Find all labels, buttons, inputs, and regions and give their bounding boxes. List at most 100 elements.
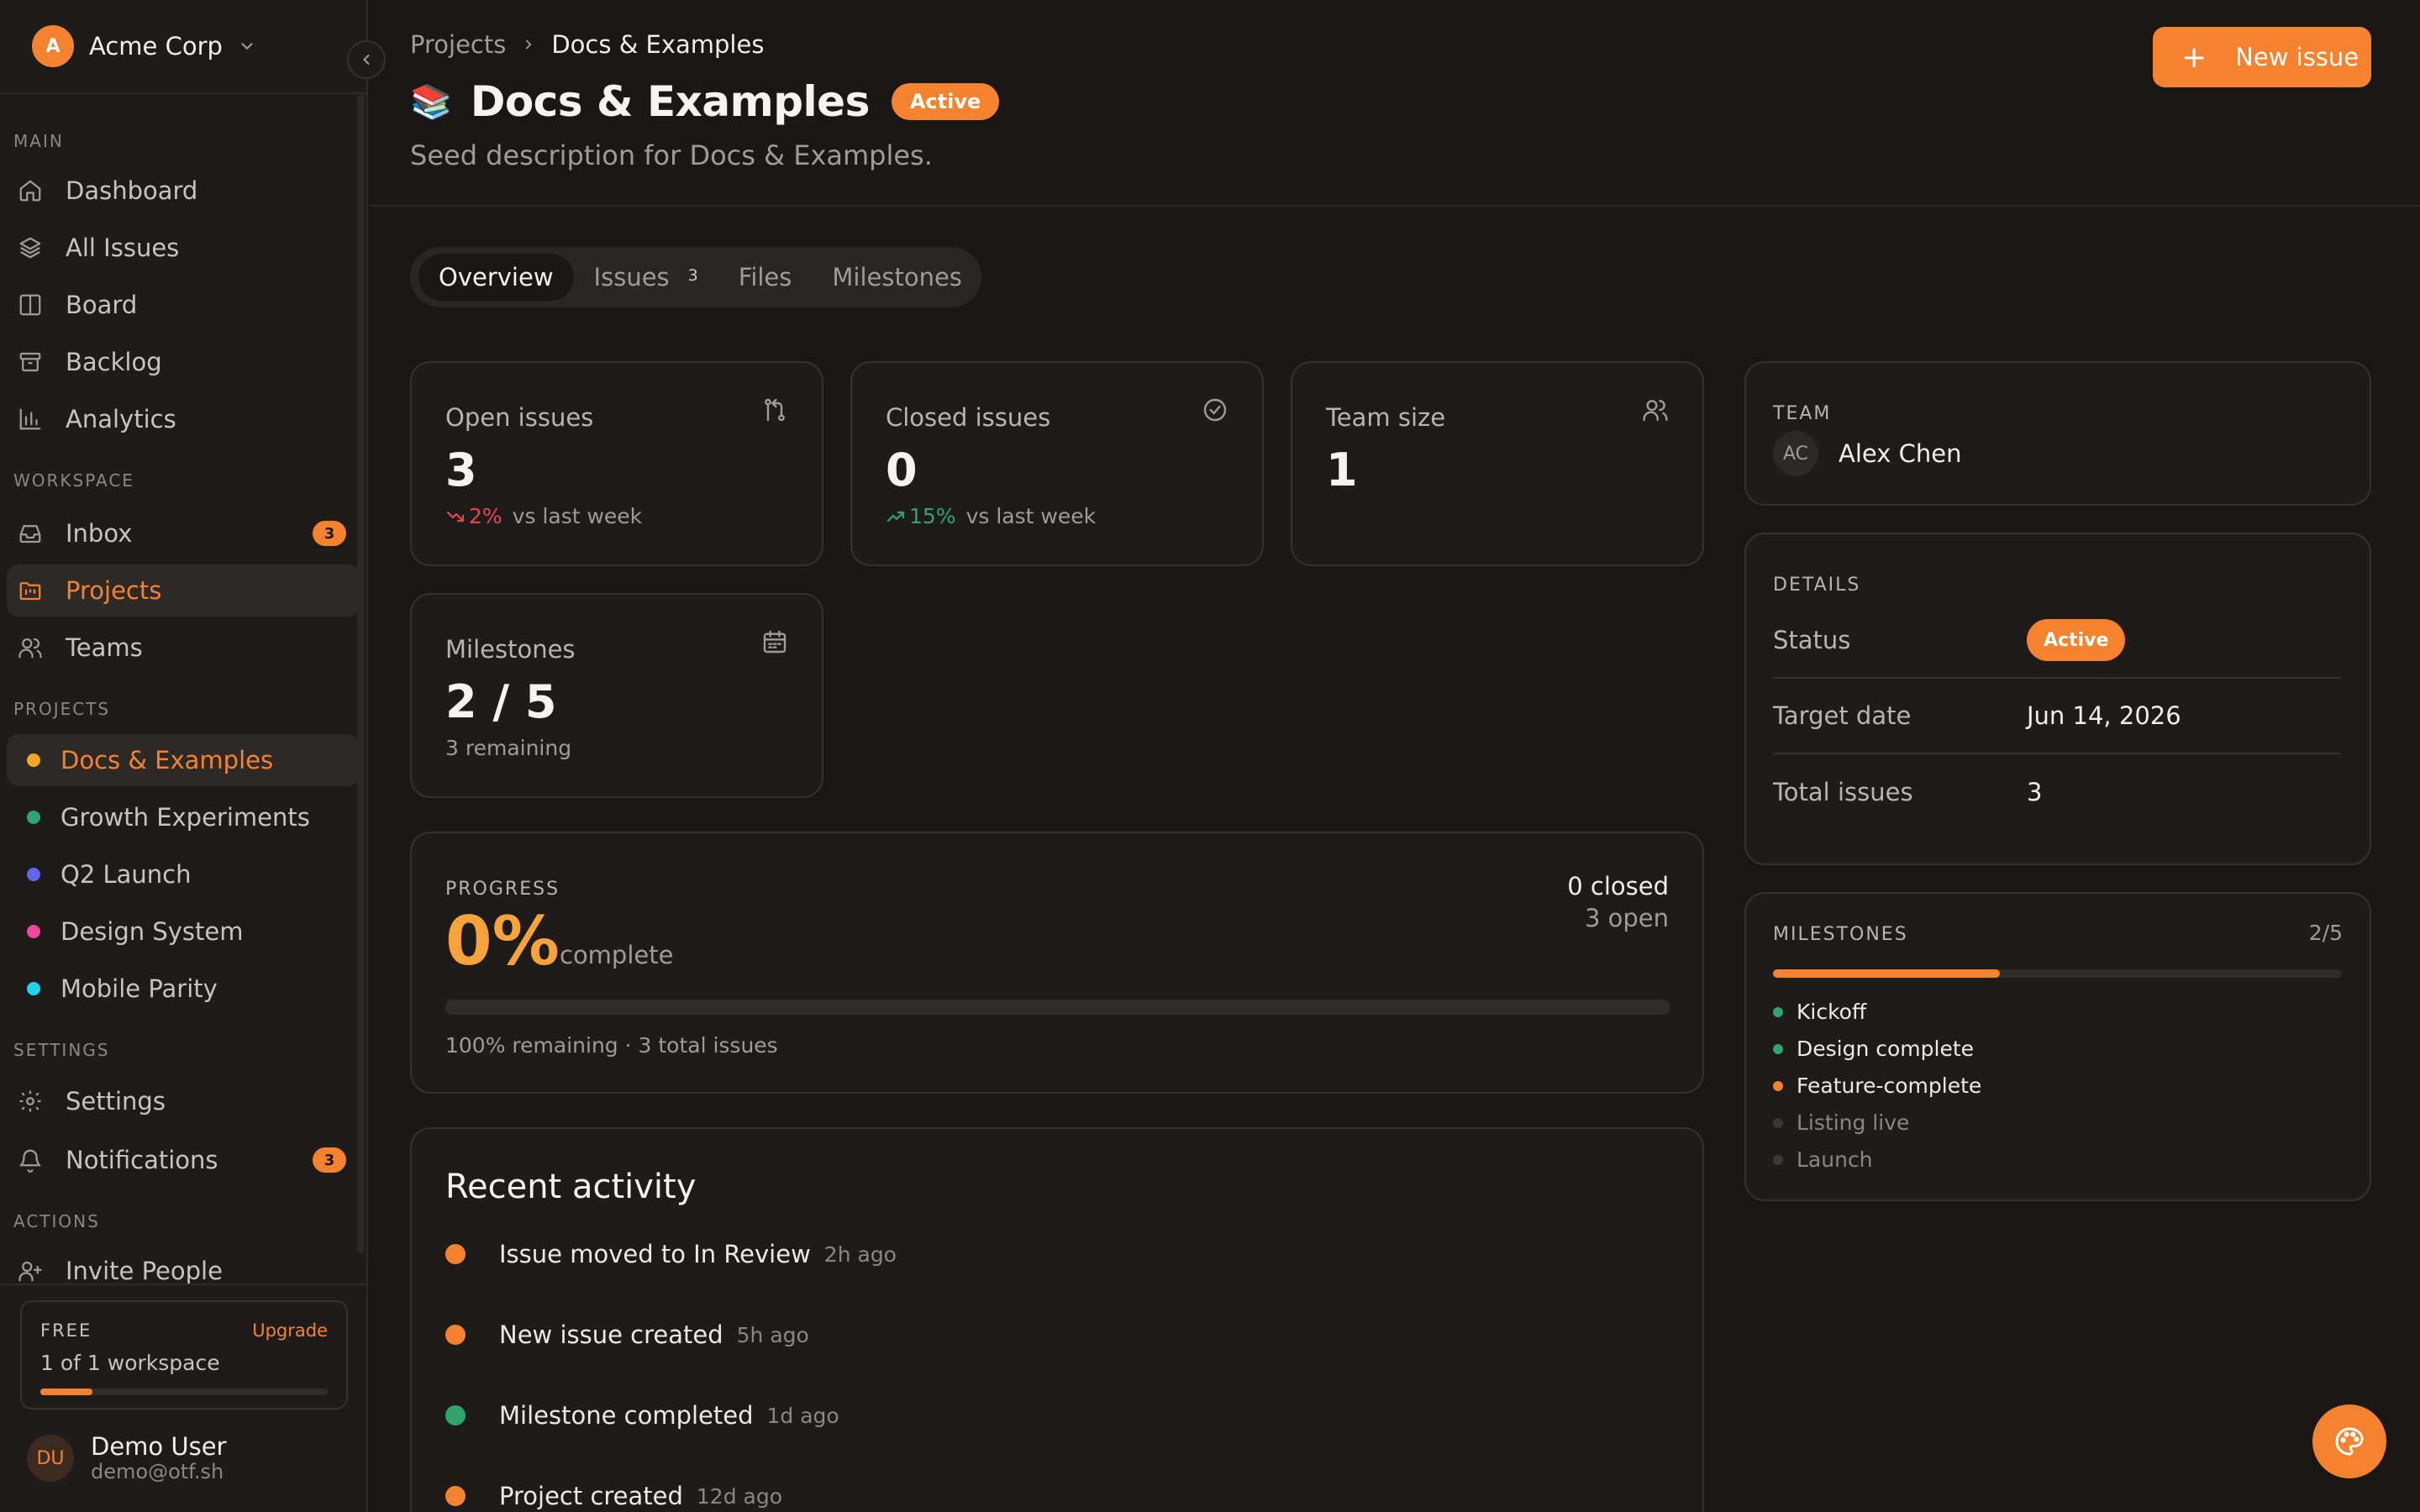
new-issue-button[interactable]: + New issue [2153, 27, 2371, 87]
sidebar-item-label: Notifications [66, 1146, 218, 1174]
users-icon [1642, 396, 1669, 423]
theme-palette-button[interactable] [2312, 1404, 2386, 1478]
tab-issues[interactable]: Issues 3 [574, 254, 718, 301]
tab-milestones[interactable]: Milestones [812, 254, 982, 301]
sidebar-project-docs-examples[interactable]: Docs & Examples [7, 734, 360, 786]
sidebar-item-invite-people[interactable]: Invite People [7, 1247, 360, 1295]
details-total-issues-row: Total issues 3 [1773, 754, 2341, 830]
sidebar-project-mobile-parity[interactable]: Mobile Parity [7, 963, 360, 1015]
bar-chart-icon [15, 404, 45, 434]
sidebar-scrollbar[interactable] [357, 94, 365, 1253]
detail-value: 3 [2027, 778, 2043, 806]
open-issues-card: Open issues 3 2% vs last week [410, 361, 823, 566]
workspace-logo: A [32, 25, 74, 67]
sidebar-item-board[interactable]: Board [7, 279, 360, 331]
progress-card: PROGRESS 0% complete 0 closed 3 open 100… [410, 832, 1704, 1094]
sidebar-item-label: Growth Experiments [60, 803, 310, 832]
sidebar-item-all-issues[interactable]: All Issues [7, 222, 360, 274]
project-emoji-icon: 📚 [410, 82, 452, 122]
home-icon [15, 176, 45, 206]
sidebar-item-settings[interactable]: Settings [7, 1075, 360, 1127]
sidebar-item-label: Inbox [66, 519, 133, 548]
trend-up: 15% [886, 504, 956, 528]
team-card: TEAM AC Alex Chen [1744, 361, 2371, 506]
team-label: TEAM [1773, 403, 1832, 424]
breadcrumb-projects-link[interactable]: Projects [410, 30, 506, 59]
progress-percent: 0% [445, 902, 560, 980]
plan-card: FREE Upgrade 1 of 1 workspace [20, 1300, 348, 1410]
collapse-sidebar-button[interactable] [347, 40, 386, 79]
detail-value: Jun 14, 2026 [2027, 701, 2181, 730]
sidebar-item-label: Projects [66, 576, 162, 605]
milestone-status-dot [1773, 1154, 1783, 1165]
sidebar-item-label: Invite People [66, 1257, 223, 1285]
stat-label: Closed issues [886, 403, 1051, 432]
page-title: Docs & Examples [470, 77, 871, 126]
tab-files[interactable]: Files [718, 254, 813, 301]
avatar: DU [27, 1435, 74, 1482]
milestone-item[interactable]: Listing live [1773, 1110, 1909, 1135]
milestone-item[interactable]: Design complete [1773, 1037, 1974, 1061]
archive-icon [15, 347, 45, 377]
sidebar-item-label: All Issues [66, 234, 180, 262]
activity-dot [445, 1486, 466, 1506]
team-member[interactable]: AC Alex Chen [1773, 431, 2343, 476]
plan-usage-fill [40, 1389, 92, 1395]
sidebar-item-inbox[interactable]: Inbox 3 [7, 507, 360, 559]
sidebar-item-teams[interactable]: Teams [7, 622, 360, 674]
layers-icon [15, 233, 45, 263]
sidebar-item-label: Docs & Examples [60, 746, 274, 774]
activity-text: Issue moved to In Review [499, 1240, 811, 1268]
sidebar-item-label: Design System [60, 917, 244, 946]
trend-suffix: vs last week [512, 504, 643, 528]
milestone-item[interactable]: Feature-complete [1773, 1074, 1981, 1098]
workspace-switcher[interactable]: A Acme Corp [0, 0, 366, 94]
progress-bar [445, 1000, 1670, 1015]
sidebar-item-dashboard[interactable]: Dashboard [7, 165, 360, 217]
activity-time: 2h ago [823, 1242, 897, 1267]
gear-icon [15, 1086, 45, 1116]
milestone-item[interactable]: Launch [1773, 1147, 1873, 1172]
milestone-item[interactable]: Kickoff [1773, 1000, 1866, 1024]
progress-footer: 100% remaining · 3 total issues [445, 1033, 778, 1058]
sidebar-item-label: Q2 Launch [60, 860, 192, 889]
activity-item: Project created 12d ago [445, 1482, 782, 1510]
sidebar-project-growth-experiments[interactable]: Growth Experiments [7, 791, 360, 843]
section-label-settings: SETTINGS [13, 1040, 110, 1060]
milestones-count: 2/5 [2308, 921, 2343, 945]
new-issue-label: New issue [2235, 43, 2360, 71]
sidebar-item-backlog[interactable]: Backlog [7, 336, 360, 388]
progress-complete-label: complete [560, 941, 674, 969]
activity-item: New issue created 5h ago [445, 1320, 809, 1349]
team-member-name: Alex Chen [1839, 439, 1962, 468]
user-menu[interactable]: DU Demo User demo@otf.sh [27, 1433, 226, 1483]
progress-closed-count: 0 closed [1567, 872, 1669, 900]
notifications-count-badge: 3 [313, 1147, 346, 1173]
trend-suffix: vs last week [965, 504, 1097, 528]
user-email: demo@otf.sh [91, 1460, 224, 1483]
status-badge[interactable]: Active [2027, 619, 2126, 661]
sidebar-item-projects[interactable]: Projects [7, 564, 360, 617]
inbox-count-badge: 3 [313, 521, 346, 546]
sidebar-item-notifications[interactable]: Notifications 3 [7, 1134, 360, 1186]
details-label: DETAILS [1773, 575, 1861, 596]
upgrade-link[interactable]: Upgrade [252, 1320, 328, 1341]
section-label-projects: PROJECTS [13, 699, 111, 719]
bell-icon [15, 1145, 45, 1175]
tab-overview[interactable]: Overview [418, 254, 574, 301]
sidebar-project-q2-launch[interactable]: Q2 Launch [7, 848, 360, 900]
recent-activity-title: Recent activity [445, 1168, 697, 1206]
user-plus-icon [15, 1256, 45, 1286]
sidebar-project-design-system[interactable]: Design System [7, 906, 360, 958]
tab-label: Issues [593, 263, 670, 291]
plan-usage-bar [40, 1389, 328, 1395]
section-label-main: MAIN [13, 131, 64, 151]
page-header: Projects Docs & Examples 📚 Docs & Exampl… [370, 0, 2420, 207]
stat-value: 2 / 5 [445, 675, 557, 728]
sidebar-item-analytics[interactable]: Analytics [7, 393, 360, 445]
trend-down: 2% [445, 504, 502, 528]
stat-label: Team size [1326, 403, 1446, 432]
plan-tier: FREE [40, 1320, 92, 1341]
stat-label: Milestones [445, 635, 576, 664]
project-color-dot [27, 925, 40, 938]
